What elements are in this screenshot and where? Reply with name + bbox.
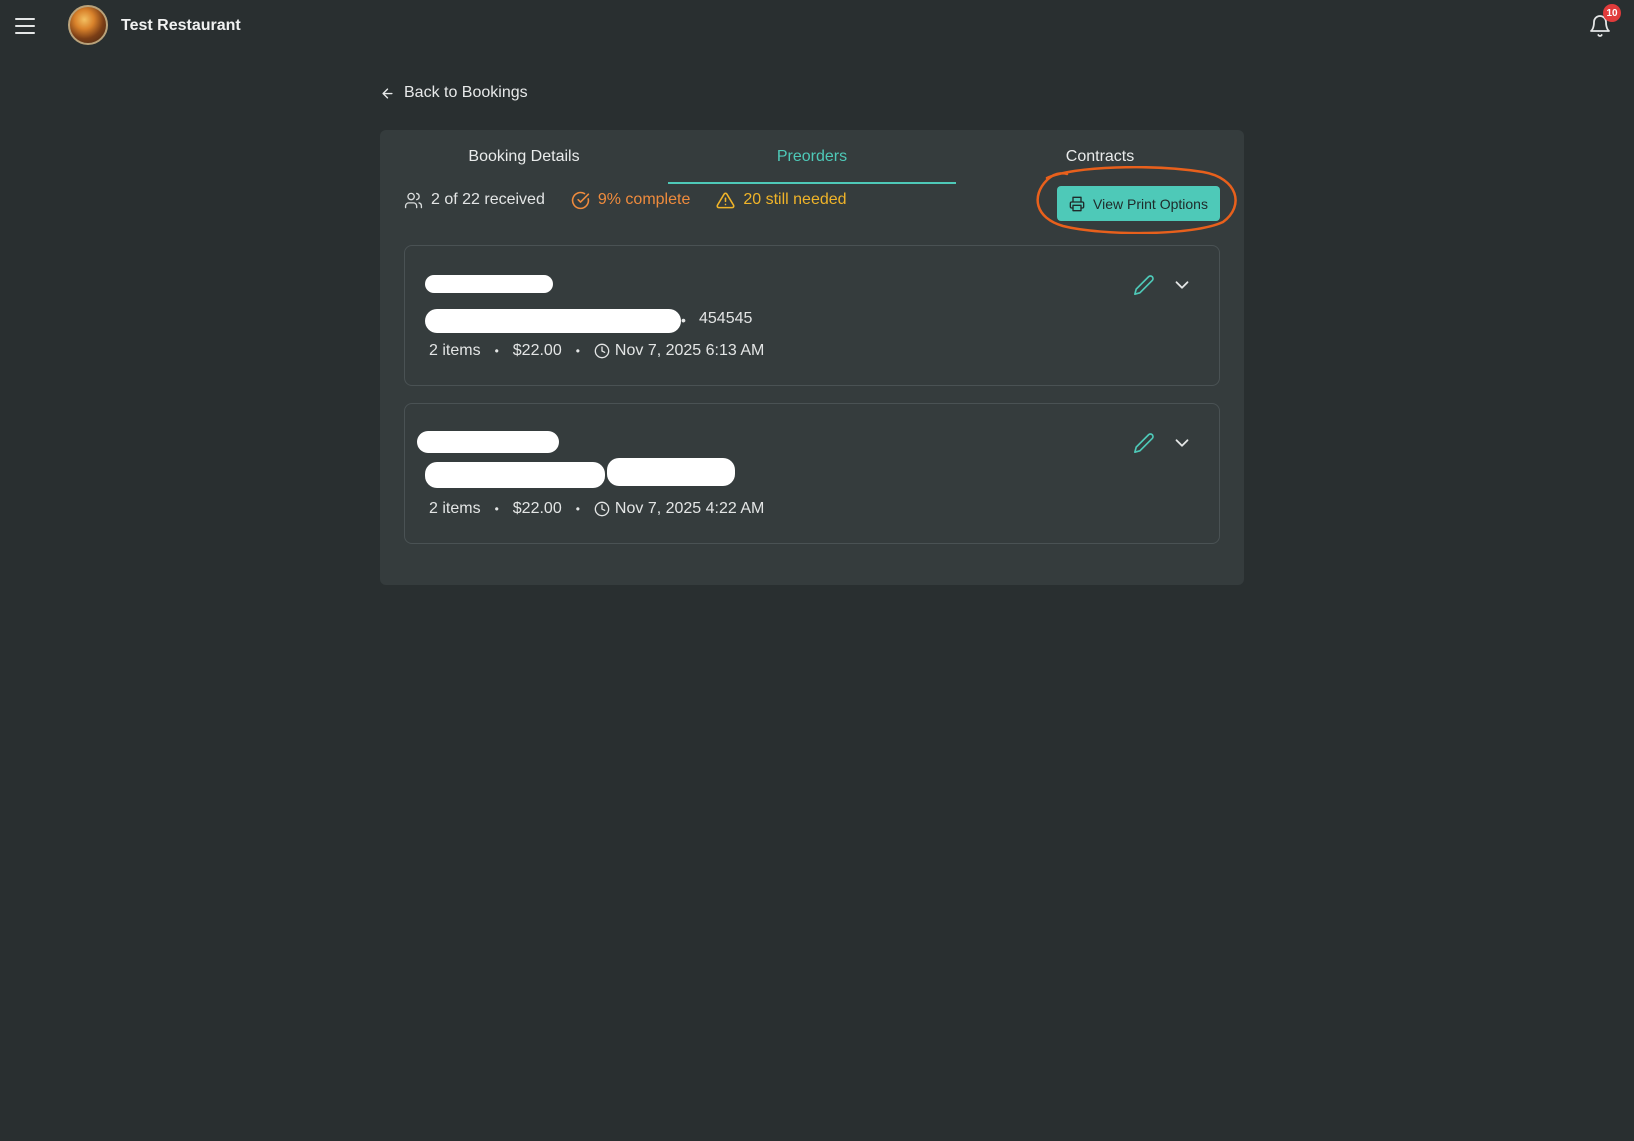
redacted-name: [425, 275, 553, 293]
stat-complete: 9% complete: [571, 191, 691, 210]
separator-dot: •: [494, 502, 499, 516]
view-print-options-button[interactable]: View Print Options: [1057, 186, 1220, 221]
tab-bar: Booking Details Preorders Contracts: [380, 130, 1244, 184]
tab-booking-details[interactable]: Booking Details: [380, 130, 668, 184]
check-circle-icon: [571, 191, 590, 209]
order-total: $22.00: [512, 500, 562, 517]
clock-icon: [594, 343, 610, 359]
separator-dot: •: [681, 312, 686, 328]
booking-panel: Booking Details Preorders Contracts 2 of…: [380, 130, 1244, 585]
separator-dot: •: [494, 344, 499, 358]
print-label: View Print Options: [1093, 195, 1208, 212]
card-actions: [1133, 432, 1193, 454]
edit-pencil-icon[interactable]: [1133, 432, 1155, 454]
preorder-stats: 2 of 22 received 9% complete 20 still ne…: [404, 186, 847, 214]
restaurant-logo: [68, 5, 108, 45]
redacted-phone: [607, 458, 735, 486]
order-total: $22.00: [512, 342, 562, 359]
back-label: Back to Bookings: [404, 84, 528, 101]
stat-received-text: 2 of 22 received: [431, 191, 545, 208]
separator-dot: •: [575, 502, 580, 516]
stat-complete-text: 9% complete: [597, 191, 691, 208]
preorder-meta: 2 items • $22.00 • Nov 7, 2025 4:22 AM: [429, 500, 764, 518]
preorder-card: 2 items • $22.00 • Nov 7, 2025 4:22 AM: [404, 403, 1220, 544]
item-count: 2 items: [429, 342, 481, 359]
notification-badge: 10: [1603, 4, 1621, 22]
tab-contracts[interactable]: Contracts: [956, 130, 1244, 184]
users-icon: [404, 192, 423, 208]
order-time: Nov 7, 2025 6:13 AM: [614, 342, 765, 359]
chevron-down-icon[interactable]: [1171, 274, 1193, 296]
stat-received: 2 of 22 received: [404, 191, 545, 210]
redacted-email: [425, 462, 605, 488]
item-count: 2 items: [429, 500, 481, 517]
preorder-card: • 454545 2 items • $22.00 • Nov 7, 2025 …: [404, 245, 1220, 386]
app-title: Test Restaurant: [121, 17, 241, 34]
separator-dot: •: [575, 344, 580, 358]
order-time: Nov 7, 2025 4:22 AM: [614, 500, 765, 517]
tab-preorders[interactable]: Preorders: [668, 130, 956, 184]
clock-icon: [594, 501, 610, 517]
printer-icon: [1069, 196, 1085, 211]
chevron-down-icon[interactable]: [1171, 432, 1193, 454]
warning-triangle-icon: [716, 192, 735, 208]
stat-needed: 20 still needed: [716, 191, 847, 210]
back-to-bookings-link[interactable]: Back to Bookings: [380, 84, 528, 102]
hamburger-menu-icon[interactable]: [14, 15, 36, 37]
card-actions: [1133, 274, 1193, 296]
redacted-email: [425, 309, 681, 333]
arrow-left-icon: [382, 87, 393, 99]
stat-needed-text: 20 still needed: [743, 191, 847, 208]
redacted-name: [417, 431, 559, 453]
edit-pencil-icon[interactable]: [1133, 274, 1155, 296]
top-bar: Test Restaurant 10: [0, 0, 1634, 52]
preorder-meta: 2 items • $22.00 • Nov 7, 2025 6:13 AM: [429, 342, 764, 360]
guest-phone: 454545: [699, 310, 753, 327]
